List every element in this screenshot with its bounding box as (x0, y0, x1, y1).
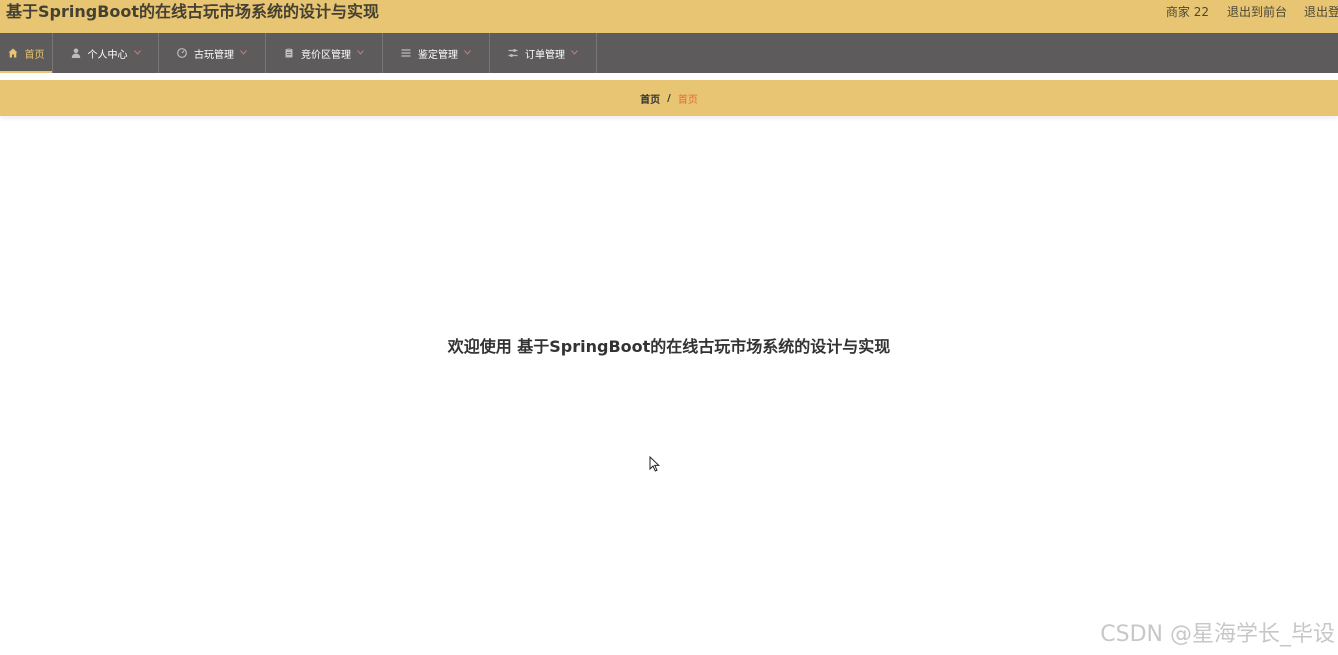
page: 基于SpringBoot的在线古玩市场系统的设计与实现 商家 22 退出到前台 … (0, 0, 1338, 655)
main-nav: 首页 个人中心 古玩管理 竞价区管理 鉴定管理 订单管理 (0, 33, 1338, 73)
logout-link[interactable]: 退出登录 (1304, 3, 1338, 20)
nav-item-order-management[interactable]: 订单管理 (490, 33, 597, 73)
back-to-front-link[interactable]: 退出到前台 (1227, 3, 1287, 20)
nav-label-personal-center: 个人中心 (87, 49, 128, 61)
list-icon (401, 48, 411, 58)
watermark: CSDN @星海学长_毕设 (1100, 622, 1335, 647)
nav-label-order-management: 订单管理 (525, 49, 565, 61)
chevron-down-icon (240, 49, 247, 55)
welcome-message: 欢迎使用 基于SpringBoot的在线古玩市场系统的设计与实现 (447, 337, 891, 356)
nav-item-antique-management[interactable]: 古玩管理 (159, 33, 266, 73)
dashboard-icon (177, 48, 187, 58)
nav-item-bidding-management[interactable]: 竞价区管理 (266, 33, 383, 73)
nav-label-antique-management: 古玩管理 (194, 49, 234, 61)
top-header: 基于SpringBoot的在线古玩市场系统的设计与实现 商家 22 退出到前台 … (0, 0, 1338, 33)
breadcrumb-separator: / (667, 92, 671, 104)
breadcrumb: 首页 / 首页 (0, 80, 1338, 116)
nav-label-bidding-management: 竞价区管理 (301, 49, 351, 61)
current-user-label: 商家 22 (1165, 4, 1209, 19)
user-icon (71, 48, 81, 58)
chevron-down-icon (357, 49, 364, 55)
breadcrumb-home-link[interactable]: 首页 (640, 91, 660, 106)
home-icon (8, 48, 18, 58)
nav-label-home: 首页 (24, 49, 45, 61)
mouse-cursor-icon (649, 455, 661, 472)
nav-item-home[interactable]: 首页 (0, 33, 53, 73)
sliders-icon (508, 48, 518, 58)
nav-item-appraisal-management[interactable]: 鉴定管理 (383, 33, 490, 73)
chevron-down-icon (133, 49, 141, 55)
clipboard-icon (284, 48, 294, 58)
app-title: 基于SpringBoot的在线古玩市场系统的设计与实现 (6, 2, 380, 21)
nav-label-appraisal-management: 鉴定管理 (418, 49, 458, 61)
chevron-down-icon (571, 49, 578, 55)
chevron-down-icon (464, 49, 471, 55)
breadcrumb-current: 首页 (677, 94, 698, 106)
nav-item-personal-center[interactable]: 个人中心 (53, 33, 159, 73)
header-actions: 商家 22 退出到前台 退出登录 (1166, 3, 1338, 19)
